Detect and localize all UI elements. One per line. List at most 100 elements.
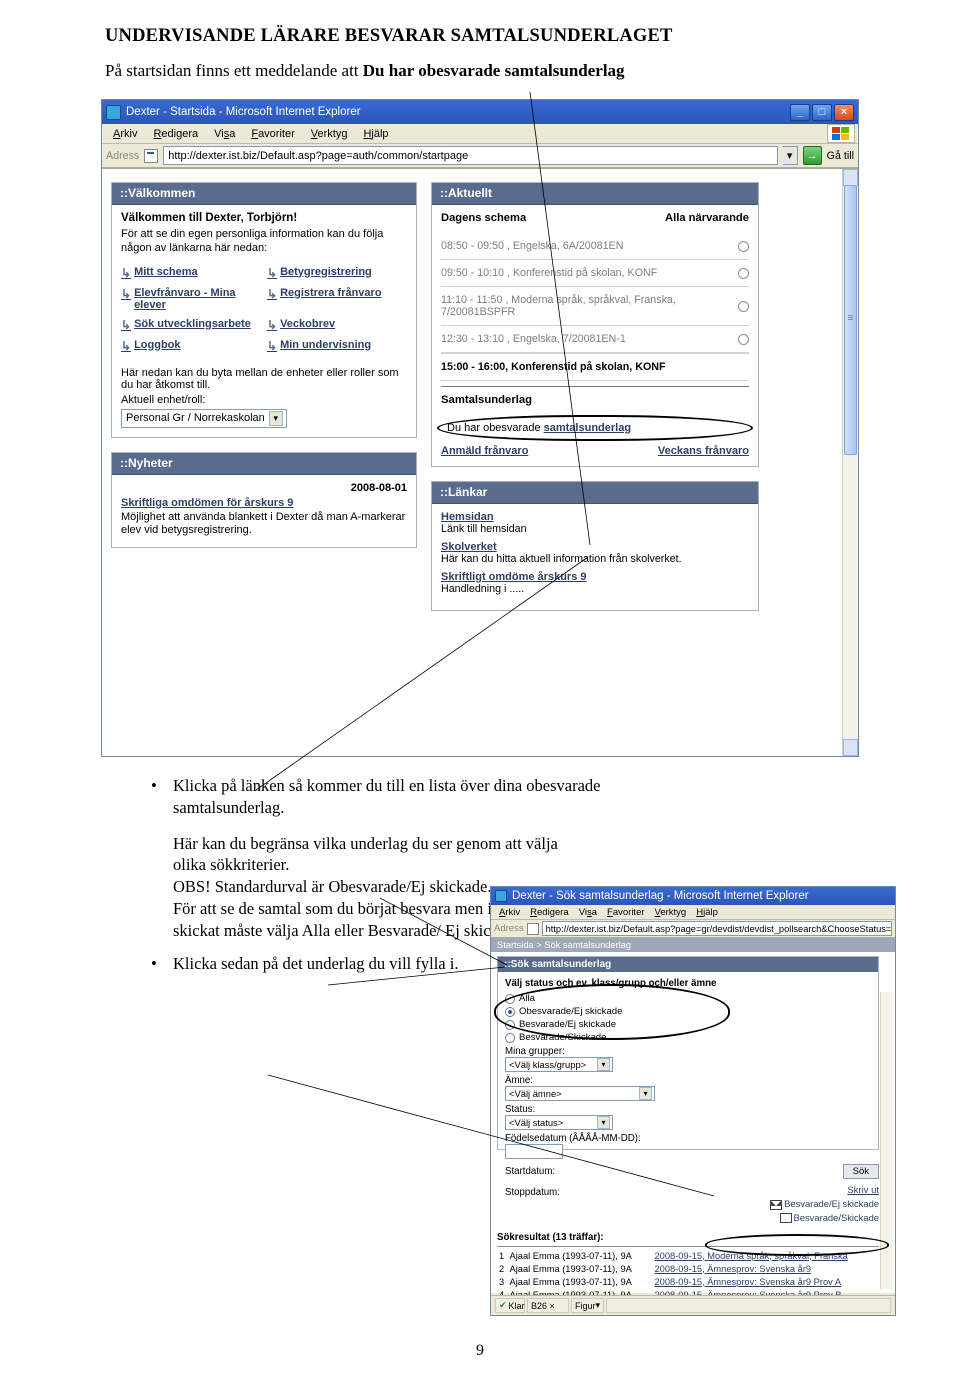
radio-besvarade-skick[interactable] <box>505 1033 515 1043</box>
envelope-closed-icon <box>780 1213 792 1223</box>
address-input-2[interactable]: http://dexter.ist.biz/Default.asp?page=g… <box>542 921 892 936</box>
link-mitt-schema[interactable]: ↳Mitt schema <box>121 266 261 280</box>
go-label: Gå till <box>827 150 854 162</box>
address-dropdown[interactable]: ▾ <box>783 146 798 165</box>
arrow-icon: ↳ <box>121 266 131 280</box>
legend-besvarade-ej: Besvarade/Ej skickade <box>497 1198 879 1210</box>
legend-besvarade-skick: Besvarade/Skickade <box>497 1212 879 1224</box>
check-icon: ✔ <box>499 1300 507 1311</box>
label-amne: Ämne: <box>505 1075 871 1086</box>
link-betygregistrering[interactable]: ↳Betygregistrering <box>267 266 407 280</box>
arrow-icon: ↳ <box>267 266 277 280</box>
arrow-icon: ↳ <box>267 287 277 301</box>
window-titlebar-2: Dexter - Sök samtalsunderlag - Microsoft… <box>491 887 895 905</box>
window-minimize-button[interactable]: _ <box>790 104 810 121</box>
address-label-2: Adress <box>494 923 524 934</box>
menu-favoriter[interactable]: Favoriter <box>602 907 650 918</box>
link-veckobrev[interactable]: ↳Veckobrev <box>267 318 407 332</box>
select-status[interactable]: <Välj status>▾ <box>505 1115 613 1130</box>
ie-icon <box>495 890 507 902</box>
window-maximize-button[interactable]: □ <box>812 104 832 121</box>
radio-obesvarade[interactable] <box>505 1007 515 1017</box>
notice-text: Du har obesvarade <box>447 422 544 434</box>
envelope-open-icon <box>770 1200 782 1210</box>
menu-redigera[interactable]: Redigera <box>146 127 205 141</box>
screenshot-browser-1: Dexter - Startsida - Microsoft Internet … <box>101 99 859 757</box>
label-besvarade-skick: Besvarade/Skickade <box>519 1032 606 1043</box>
menu-arkiv[interactable]: Arkiv <box>106 127 144 141</box>
status-figur: Figur ▾ <box>571 1298 604 1313</box>
go-button[interactable]: → <box>803 146 822 165</box>
radio-icon[interactable] <box>738 334 749 345</box>
arrow-icon: ↳ <box>267 318 277 332</box>
radio-alla[interactable] <box>505 994 515 1004</box>
schedule-row-bold: 15:00 - 16:00, Konferenstid på skolan, K… <box>441 353 749 381</box>
window-close-button[interactable]: × <box>834 104 854 121</box>
panel-header-sok: ::Sök samtalsunderlag <box>498 957 878 972</box>
label-fodelsedatum: Födelsedatum (ÅÅÅÅ-MM-DD): <box>505 1133 871 1144</box>
menu-hjalp[interactable]: Hjälp <box>356 127 395 141</box>
menu-arkiv[interactable]: Arkiv <box>494 907 525 918</box>
radio-icon[interactable] <box>738 268 749 279</box>
arrow-icon: ↳ <box>121 318 131 332</box>
address-label: Adress <box>106 150 139 162</box>
sok-button[interactable]: Sök <box>843 1164 879 1179</box>
schedule-row: 11:10 - 11:50 , Moderna språk, språkval,… <box>441 287 749 326</box>
page-icon <box>144 149 158 163</box>
skriv-ut-link[interactable]: Skriv ut <box>497 1185 879 1196</box>
anm-franvaro-link[interactable]: Anmäld frånvaro <box>441 445 528 457</box>
menu-verktyg[interactable]: Verktyg <box>304 127 355 141</box>
samtalsunderlag-link[interactable]: samtalsunderlag <box>544 422 631 434</box>
link-hemsidan[interactable]: Hemsidan <box>441 511 749 523</box>
link-skolverket-desc: Här kan du hitta aktuell information frå… <box>441 553 749 565</box>
bullet-list-1: Klicka på länken så kommer du till en li… <box>151 775 651 819</box>
menu-visa[interactable]: Visa <box>574 907 602 918</box>
unread-samtalsunderlag-notice: Du har obesvarade samtalsunderlag <box>437 415 753 441</box>
veckans-franvaro-link[interactable]: Veckans frånvaro <box>658 445 749 457</box>
link-registrera-franvaro[interactable]: ↳Registrera frånvaro <box>267 287 407 311</box>
radio-besvarade-ej[interactable] <box>505 1020 515 1030</box>
arrow-icon: ↳ <box>267 339 277 353</box>
link-skriftligt-desc: Handledning i ..... <box>441 583 749 595</box>
select-grupper[interactable]: <Välj klass/grupp>▾ <box>505 1057 613 1072</box>
chevron-down-icon: ▾ <box>269 411 283 426</box>
panel-valkommen: ::Välkommen Välkommen till Dexter, Torbj… <box>111 182 417 438</box>
link-elevfranvaro[interactable]: ↳Elevfrånvaro - Mina elever <box>121 287 261 311</box>
result-row[interactable]: 1Ajaal Emma (1993-07-11), 9A2008-09-15, … <box>497 1249 879 1262</box>
scroll-thumb[interactable] <box>844 185 857 455</box>
menu-visa[interactable]: Visa <box>207 127 242 141</box>
bullet-1: Klicka på länken så kommer du till en li… <box>151 775 651 819</box>
menu-hjalp[interactable]: Hjälp <box>691 907 723 918</box>
vertical-scrollbar[interactable] <box>842 169 858 756</box>
select-amne[interactable]: <Välj ämne>▾ <box>505 1086 655 1101</box>
link-skolverket[interactable]: Skolverket <box>441 541 749 553</box>
arrow-icon: ↳ <box>121 287 131 301</box>
radio-icon[interactable] <box>738 301 749 312</box>
news-title-link[interactable]: Skriftliga omdömen för årskurs 9 <box>121 497 407 509</box>
input-fodelsedatum[interactable] <box>505 1144 563 1159</box>
link-min-undervisning[interactable]: ↳Min undervisning <box>267 339 407 353</box>
result-row[interactable]: 2Ajaal Emma (1993-07-11), 9A2008-09-15, … <box>497 1262 879 1275</box>
vertical-scrollbar-2[interactable] <box>880 992 893 1289</box>
panel-header-lankar: ::Länkar <box>432 482 758 504</box>
label-obesvarade: Obesvarade/Ej skickade <box>519 1006 622 1017</box>
label-grupper: Mina grupper: <box>505 1046 871 1057</box>
link-sok-utvecklingsarbete[interactable]: ↳Sök utvecklingsarbete <box>121 318 261 332</box>
link-skriftligt-omdome[interactable]: Skriftligt omdöme årskurs 9 <box>441 571 749 583</box>
menu-verktyg[interactable]: Verktyg <box>650 907 692 918</box>
link-loggbok[interactable]: ↳Loggbok <box>121 339 261 353</box>
radio-icon[interactable] <box>738 241 749 252</box>
aktuellt-col-left: Dagens schema <box>441 212 526 224</box>
status-bar: ✔Klar B26 × Figur ▾ <box>491 1295 895 1315</box>
status-klar: ✔Klar <box>495 1298 525 1313</box>
ie-icon <box>106 105 121 120</box>
address-input[interactable]: http://dexter.ist.biz/Default.asp?page=a… <box>163 146 777 165</box>
menu-favoriter[interactable]: Favoriter <box>244 127 301 141</box>
role-label: Aktuell enhet/roll: <box>121 394 407 406</box>
address-bar: Adress http://dexter.ist.biz/Default.asp… <box>102 144 858 168</box>
result-row[interactable]: 3Ajaal Emma (1993-07-11), 9A2008-09-15, … <box>497 1275 879 1288</box>
menu-redigera[interactable]: Redigera <box>525 907 574 918</box>
role-select[interactable]: Personal Gr / Norrekaskolan ▾ <box>121 409 287 428</box>
screenshot-browser-2: Dexter - Sök samtalsunderlag - Microsoft… <box>490 886 896 1316</box>
link-hemsidan-desc: Länk till hemsidan <box>441 523 749 535</box>
